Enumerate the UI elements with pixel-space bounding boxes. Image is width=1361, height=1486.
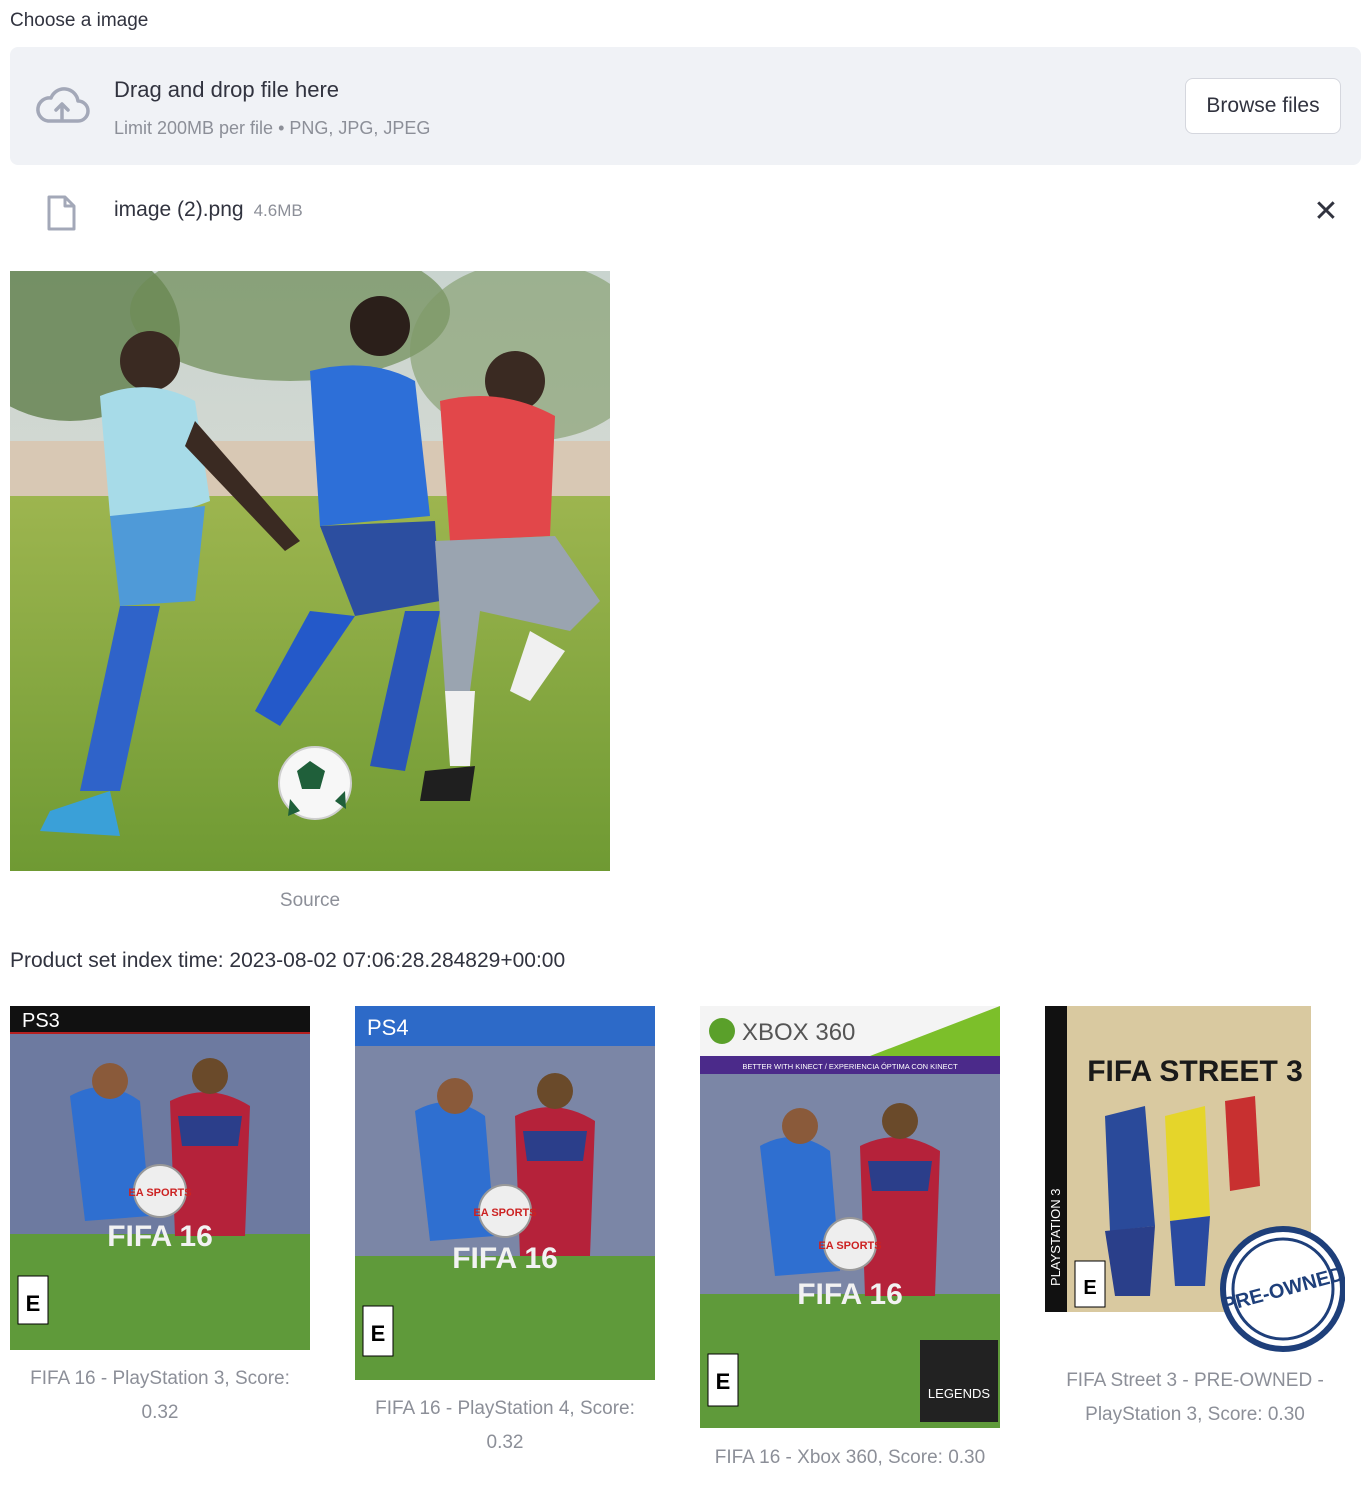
source-caption: Source xyxy=(279,890,341,911)
cover-title: FIFA 16 xyxy=(107,1220,213,1253)
dropzone-title: Drag and drop file here xyxy=(114,77,340,102)
cover-platform-label: XBOX 360 xyxy=(742,1019,855,1046)
result-cover-2: PS4 EA SPORTS FIFA 16 E xyxy=(355,1006,655,1380)
cover-rating: E xyxy=(1083,1277,1096,1299)
cover-platform-label: PS3 xyxy=(22,1010,60,1032)
uploaded-file-row: image (2).png 4.6MB ✕ xyxy=(10,180,1361,242)
file-name-text: image (2).png xyxy=(114,198,244,221)
cover-badge: EA SPORTS xyxy=(473,1207,536,1219)
uploader-label: Choose a image xyxy=(10,10,149,31)
result-cover-1: PS3 EA SPORTS FIFA 16 E xyxy=(10,1006,310,1350)
cover-rating: E xyxy=(716,1369,731,1394)
cloud-upload-icon xyxy=(36,87,90,123)
cover-title: FIFA 16 xyxy=(797,1278,903,1311)
cover-rating: E xyxy=(371,1321,386,1346)
result-cover-4: PLAYSTATION 3 FIFA STREET 3 E PRE-OWNED xyxy=(1045,1006,1345,1352)
cover-extra-label: LEGENDS xyxy=(928,1386,990,1401)
uploaded-file-name: image (2).png 4.6MB xyxy=(114,198,303,222)
browse-files-button[interactable]: Browse files xyxy=(1185,78,1341,134)
file-icon xyxy=(47,195,76,231)
result-caption-1: FIFA 16 - PlayStation 3, Score: 0.32 xyxy=(30,1368,290,1423)
result-cover-3: XBOX 360 BETTER WITH KINECT / EXPERIENCI… xyxy=(700,1006,1000,1428)
source-image xyxy=(10,271,610,871)
kinect-banner: BETTER WITH KINECT / EXPERIENCIA ÓPTIMA … xyxy=(742,1062,958,1071)
result-caption-3: FIFA 16 - Xbox 360, Score: 0.30 xyxy=(714,1447,986,1468)
file-dropzone[interactable]: Drag and drop file here Limit 200MB per … xyxy=(10,47,1361,165)
cover-title: FIFA STREET 3 xyxy=(1087,1055,1303,1088)
cover-platform-label: PS4 xyxy=(367,1015,409,1040)
cover-badge: EA SPORTS xyxy=(818,1240,881,1252)
close-icon[interactable]: ✕ xyxy=(1310,196,1342,228)
result-caption-4: FIFA Street 3 - PRE-OWNED - PlayStation … xyxy=(1066,1370,1324,1425)
result-caption-2: FIFA 16 - PlayStation 4, Score: 0.32 xyxy=(375,1398,635,1453)
dropzone-subtitle: Limit 200MB per file • PNG, JPG, JPEG xyxy=(114,118,431,138)
file-size: 4.6MB xyxy=(253,201,303,220)
cover-platform-label: PLAYSTATION 3 xyxy=(1048,1188,1063,1286)
cover-rating: E xyxy=(26,1291,41,1316)
cover-title: FIFA 16 xyxy=(452,1242,558,1275)
index-time-text: Product set index time: 2023-08-02 07:06… xyxy=(10,949,566,972)
cover-badge: EA SPORTS xyxy=(128,1187,191,1199)
